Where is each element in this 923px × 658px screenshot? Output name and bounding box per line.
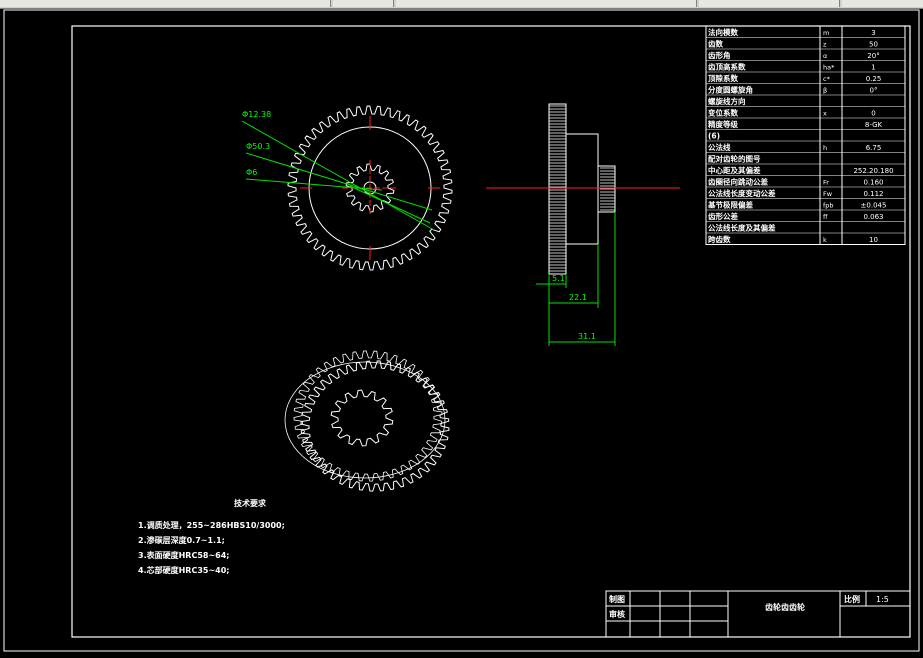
drawing-frame	[71, 25, 911, 638]
table-row-value: 6.75	[866, 144, 882, 152]
table-row-value: 1	[871, 64, 875, 72]
table-row-symbol: z	[823, 41, 827, 49]
dimension-line	[349, 185, 431, 224]
gear-isometric-view	[284, 350, 450, 492]
diameter-dimensions: Φ12.38 Φ50.3 Φ6	[241, 110, 435, 231]
table-row-label: 齿形公差	[708, 211, 738, 221]
dim-text-d2: Φ50.3	[246, 142, 270, 151]
part-name: 齿轮齿齿轮	[765, 602, 805, 612]
checker-label: 审核	[609, 609, 625, 619]
table-row-symbol: k	[823, 236, 827, 244]
table-row-symbol: h	[823, 144, 827, 152]
notes-title: 技术要求	[234, 498, 267, 508]
scale-label: 比例	[844, 594, 860, 604]
table-row-label: 法向模数	[708, 27, 738, 37]
table-row-symbol: Fw	[823, 190, 833, 198]
table-row-value: 3	[871, 29, 875, 37]
table-row-value: 0°	[870, 87, 878, 95]
table-row-value: 8-GK	[865, 121, 883, 129]
table-row-value: 0	[871, 110, 875, 118]
table-row-label: 基节极限偏差	[707, 200, 753, 210]
scale-value: 1:5	[876, 595, 889, 604]
table-row-value: 0.160	[863, 179, 883, 187]
toolbar-segment[interactable]	[842, 0, 923, 7]
gear-rim-section	[548, 103, 567, 275]
table-row-symbol: α	[823, 52, 827, 60]
table-row-symbol: ff	[823, 213, 828, 221]
hub-teeth-hatch	[600, 167, 615, 211]
table-row-symbol: β	[823, 87, 827, 95]
table-row-label: 配对齿轮的图号	[708, 154, 761, 164]
gear-side-view: 5.1 22.1 31.1	[486, 103, 680, 346]
dim-text-w2: 22.1	[569, 293, 587, 302]
table-row-label: 齿数	[708, 39, 723, 49]
table-row-label: 变位系数	[708, 108, 738, 118]
note-line: 2.渗碳层深度0.7~1.1;	[138, 535, 225, 545]
table-row-label: 精度等级	[708, 119, 738, 129]
toolbar-segment[interactable]	[0, 0, 331, 7]
note-line: 3.表面硬度HRC58~64;	[138, 550, 230, 560]
dim-text-d1: Φ12.38	[242, 110, 271, 119]
table-row-label: 中心距及其偏差	[708, 165, 761, 175]
table-row-label: 齿圈径向跳动公差	[708, 177, 768, 187]
dim-text-d3: Φ6	[246, 168, 257, 177]
table-row-label: 顶隙系数	[708, 73, 738, 83]
table-row-label: 公法线长度及其偏差	[708, 223, 776, 233]
table-row-value: ±0.045	[861, 202, 887, 210]
dim-text-w3: 31.1	[578, 332, 596, 341]
table-row-symbol: Fr	[823, 179, 829, 187]
table-row-label: 齿顶高系数	[708, 62, 746, 72]
table-row-value: 20°	[867, 52, 879, 60]
note-line: 4.芯部硬度HRC35~40;	[138, 565, 230, 575]
table-row-symbol: ha*	[823, 64, 835, 72]
iso-hub-gear	[330, 389, 394, 447]
table-row-symbol: fpb	[823, 202, 834, 210]
dimension-line	[245, 178, 383, 191]
toolbar-segment[interactable]	[699, 0, 840, 7]
table-row-value: 0.063	[863, 213, 883, 221]
cad-drawing-canvas[interactable]: Φ12.38 Φ50.3 Φ6 5.1 22.1 31.1 法向模数 m 3 齿数 z 5…	[0, 8, 923, 658]
title-block: 制图 审核 齿轮齿齿轮 比例 1:5	[605, 590, 911, 638]
title-block-frame	[605, 590, 911, 638]
toolbar-segment[interactable]	[333, 0, 394, 7]
dim-text-w1: 5.1	[552, 274, 565, 283]
table-row-value: 0.112	[863, 190, 883, 198]
drafter-label: 制图	[609, 594, 625, 604]
iso-gear-teeth	[300, 360, 450, 492]
table-row-label: 公法线	[708, 142, 731, 152]
gear-parameter-table: 法向模数 m 3 齿数 z 50 齿形角 α 20° 齿顶高系数 ha* 1 顶隙系数 c* 0.25 分度圆…	[705, 25, 906, 245]
table-row-label: 螺旋线方向	[708, 96, 746, 106]
toolbar-segment[interactable]	[396, 0, 697, 7]
table-row-value: 0.25	[866, 75, 882, 83]
table-row-value: 252.20.180	[853, 167, 893, 175]
gear-front-view	[287, 105, 453, 271]
table-row-symbol: m	[823, 29, 829, 37]
table-row-symbol: c*	[823, 75, 831, 83]
table-row-label: 跨齿数	[708, 234, 731, 244]
gear-web-section	[565, 133, 599, 245]
table-row-value: 10	[869, 236, 878, 244]
iso-gear-teeth-back	[293, 350, 443, 482]
table-row-label: 分度圆螺旋角	[708, 85, 753, 95]
table-row-label: (6)	[708, 132, 720, 141]
table-row-value: 50	[869, 41, 878, 49]
table-row-label: 齿形角	[708, 50, 731, 60]
technical-requirements: 技术要求 1.调质处理，255~286HBS10/3000; 2.渗碳层深度0.…	[138, 498, 285, 575]
note-line: 1.调质处理，255~286HBS10/3000;	[138, 520, 285, 530]
table-row-symbol: x	[823, 110, 827, 118]
dimension-line	[241, 120, 435, 231]
table-row-label: 公法线长度变动公差	[708, 188, 776, 198]
